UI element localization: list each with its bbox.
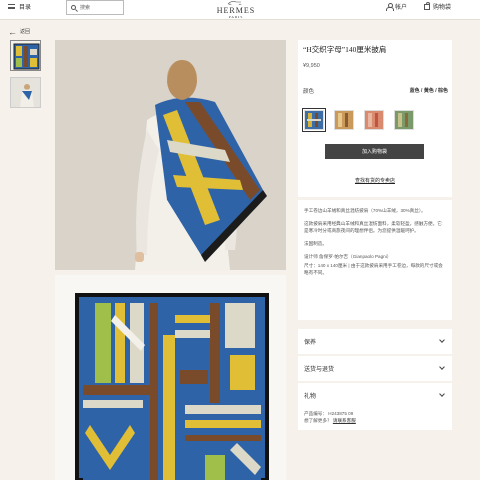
cart-button[interactable]: 购物袋 — [424, 1, 452, 11]
color-swatch-tan[interactable] — [334, 110, 354, 130]
hamburger-icon — [8, 4, 15, 9]
account-label: 帐户 — [395, 5, 408, 11]
account-button[interactable]: 帐户 — [386, 2, 407, 11]
accordion-gift-label: 礼物 — [304, 394, 317, 400]
chevron-down-icon — [439, 391, 445, 397]
description-size: 尺寸：140 x 140厘米 | 由于这款披肩采用手工卷边，每款的尺寸或会略有不… — [304, 263, 443, 275]
color-swatch-blue-yellow-brown[interactable] — [302, 108, 326, 132]
thumbnail-scarf[interactable] — [10, 40, 41, 71]
description-material: 手工卷边山羊绒和真丝混纺披肩（70%山羊绒，30%真丝）。 — [304, 208, 426, 213]
chevron-down-icon — [439, 364, 445, 370]
cart-label: 购物袋 — [433, 5, 452, 11]
search-input[interactable]: 搜索 — [66, 0, 124, 15]
search-placeholder: 搜索 — [80, 5, 91, 11]
color-label: 颜色 — [303, 89, 315, 95]
top-header: 目录 搜索 HERMES PARIS 帐户 购物袋 — [0, 0, 480, 20]
menu-button[interactable]: 目录 — [8, 2, 31, 11]
description-designer: 设计师 詹保罗·帕尔吉（Gianpaolo Pagni） — [304, 254, 392, 259]
back-link[interactable]: ← 返回 — [8, 26, 31, 37]
product-title: “H交织字母”140厘米披肩 — [303, 45, 387, 54]
description-text: 这款披肩采用经典山羊绒和真丝混纺面料，柔软轻盈，感触方便。它是寒冷时分或商旅夜间… — [304, 221, 442, 233]
product-info-panel: “H交织字母”140厘米披肩 ¥9,950 颜色 蓝色 / 黄色 / 棕色 加入… — [298, 40, 452, 197]
contact-link[interactable]: 请联系客服 — [333, 418, 356, 423]
product-description: 手工卷边山羊绒和真丝混纺披肩（70%山羊绒，30%真丝）。 这款披肩采用经典山羊… — [298, 200, 452, 320]
back-label: 返回 — [20, 29, 31, 35]
question-text: 想了解更多？ — [304, 418, 332, 423]
accordion-delivery-label: 送货与退货 — [304, 367, 335, 373]
search-icon — [71, 5, 76, 10]
product-image-model[interactable] — [55, 40, 286, 270]
thumbnail-model[interactable] — [10, 77, 41, 108]
product-image-scarf[interactable] — [55, 275, 286, 480]
menu-label: 目录 — [19, 5, 32, 11]
logo-brand: HERMES — [216, 6, 256, 15]
product-number: 产品编号： H243875 09 — [304, 411, 354, 416]
add-to-bag-button[interactable]: 加入购物袋 — [325, 144, 424, 159]
color-swatch-green[interactable] — [394, 110, 414, 130]
color-swatch-pink-orange[interactable] — [364, 110, 384, 130]
logo-city: PARIS — [228, 15, 244, 19]
accordion-care-label: 保养 — [304, 340, 317, 346]
product-meta: 产品编号： H243875 09 想了解更多？ 请联系客服 — [298, 408, 452, 430]
accordion-care[interactable]: 保养 — [298, 329, 452, 354]
contact-row: 想了解更多？ 请联系客服 — [304, 417, 446, 424]
chevron-down-icon — [439, 337, 445, 343]
arrow-left-icon: ← — [8, 26, 17, 37]
user-icon — [386, 3, 394, 11]
accordion-gift[interactable]: 礼物 — [298, 383, 452, 408]
shopping-bag-icon — [424, 1, 430, 10]
find-store-link[interactable]: 查找有货的专卖店 — [298, 177, 452, 184]
product-price: ¥9,950 — [303, 63, 320, 69]
color-value: 蓝色 / 黄色 / 棕色 — [409, 88, 448, 94]
accordion-delivery[interactable]: 送货与退货 — [298, 356, 452, 381]
brand-logo[interactable]: HERMES PARIS — [206, 0, 266, 19]
description-origin: 法国制造。 — [304, 241, 327, 246]
